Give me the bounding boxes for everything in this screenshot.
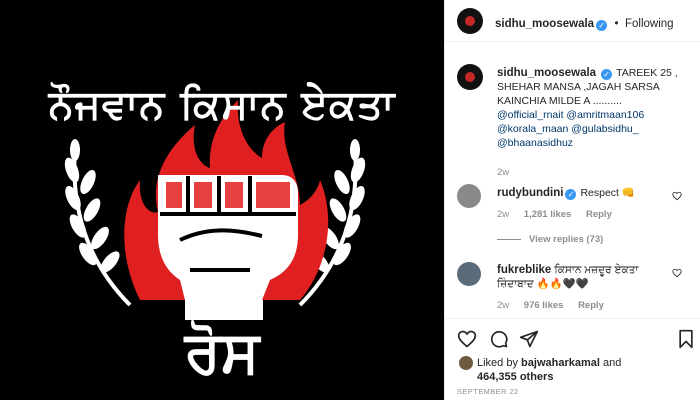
caption-avatar[interactable]	[457, 64, 483, 90]
mention-link[interactable]: @bhaanasidhuz	[497, 137, 573, 149]
like-comment-heart-icon[interactable]	[672, 268, 682, 278]
comment-text: Respect 👊	[580, 187, 635, 199]
comment: rudybundini ✓ Respect 👊	[497, 186, 667, 200]
mention-link[interactable]: @amritmaan106	[566, 109, 644, 121]
mention-link[interactable]: @gulabsidhu_	[571, 123, 638, 135]
post-date[interactable]: SEPTEMBER 22	[457, 387, 519, 396]
comment-time: 2w	[497, 300, 510, 311]
liked-by-label: Liked by	[477, 357, 518, 369]
reply-button[interactable]: Reply	[578, 300, 604, 311]
replies-divider	[497, 238, 521, 240]
comment-bubble-icon[interactable]	[489, 329, 509, 349]
comment-heart-placeholder-icon	[681, 15, 691, 25]
view-replies-button[interactable]: View replies (73)	[497, 234, 603, 245]
mention-link[interactable]: @korala_maan	[497, 123, 568, 135]
likes-and: and	[602, 357, 622, 369]
comment-avatar[interactable]	[457, 184, 481, 208]
caption-time: 2w	[497, 167, 510, 178]
likes-count[interactable]: 464,355 others	[477, 371, 553, 383]
post-actions: Liked by bajwaharkamal and 464,355 other…	[445, 318, 700, 400]
save-bookmark-icon[interactable]	[677, 329, 695, 349]
comment-likes[interactable]: 1,281 likes	[524, 209, 572, 220]
like-comment-heart-icon[interactable]	[672, 191, 682, 201]
comment-meta: 2w 976 likes Reply	[497, 300, 616, 311]
author-avatar[interactable]	[457, 8, 483, 34]
comment: fukreblike ਕਿਸਾਨ ਮਜ਼ਦੂਰ ਏਕਤਾ ਜ਼ਿੰਦਾਬਾਦ 🔥🔥…	[497, 263, 667, 291]
comment-avatar[interactable]	[457, 262, 481, 286]
poster-bottom-text: ਰੋਸ	[184, 318, 260, 386]
mention-link[interactable]: @official_rnait	[497, 109, 564, 121]
liker-username[interactable]: bajwaharkamal	[521, 357, 600, 369]
like-heart-icon[interactable]	[457, 329, 477, 349]
post-caption: sidhu_moosewala ✓ TAREEK 25 , SHEHAR MANSA…	[497, 66, 693, 180]
poster-headline: ਨੌਜਵਾਨ ਕਿਸਾਨ ਏਕਤਾ	[48, 82, 396, 128]
comment-time: 2w	[497, 209, 510, 220]
verified-badge-icon: ✓	[601, 69, 613, 80]
header-separator: •	[614, 18, 619, 30]
wheat-left-icon	[64, 139, 132, 307]
post-header: sidhu_moosewala ✓ • Following	[445, 0, 700, 42]
comment-likes[interactable]: 976 likes	[524, 300, 564, 311]
caption-username[interactable]: sidhu_moosewala	[497, 67, 596, 79]
following-button[interactable]: Following	[625, 18, 674, 30]
post-image[interactable]: ਨੌਜਵਾਨ ਕਿਸਾਨ ਏਕਤਾ ਰੋਸ	[0, 0, 444, 400]
verified-badge-icon: ✓	[565, 189, 577, 200]
reply-button[interactable]: Reply	[586, 209, 612, 220]
comment-username[interactable]: rudybundini	[497, 187, 563, 199]
post-details-panel: sidhu_moosewala ✓ • Following sidhu_moose…	[444, 0, 700, 400]
comment-username[interactable]: fukreblike	[497, 264, 551, 276]
likes-summary: Liked by bajwaharkamal and 464,355 other…	[477, 356, 621, 384]
comment-meta: 2w 1,281 likes Reply	[497, 209, 624, 220]
share-paper-plane-icon[interactable]	[519, 329, 539, 349]
author-username[interactable]: sidhu_moosewala	[495, 18, 594, 30]
view-replies-label: View replies (73)	[529, 234, 604, 245]
verified-badge-icon: ✓	[596, 20, 608, 31]
liker-avatar[interactable]	[459, 356, 473, 370]
